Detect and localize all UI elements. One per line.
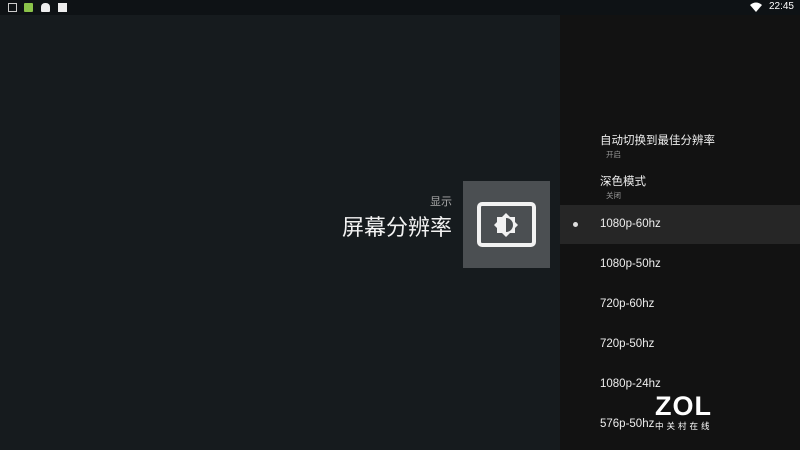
setting-label: 深色模式 — [600, 176, 646, 188]
android-icon — [41, 3, 50, 12]
selected-radio-icon — [573, 222, 578, 227]
wifi-icon — [750, 2, 762, 12]
option-label: 720p-50hz — [600, 338, 655, 350]
resolution-option[interactable]: 720p-50hz — [560, 325, 800, 365]
option-label: 576p-50hz — [600, 418, 655, 430]
font-icon — [58, 3, 67, 12]
option-label: 1080p-60hz — [600, 218, 661, 230]
zol-watermark: ZOL 中关村在线 — [655, 393, 713, 432]
clock: 22:45 — [768, 1, 794, 12]
watermark-subtitle: 中关村在线 — [655, 421, 713, 431]
resolution-option[interactable]: 1080p-50hz — [560, 245, 800, 285]
settings-panel: 自动切换到最佳分辨率 开启 深色模式 关闭 1080p-60hz 1080p-5… — [560, 15, 800, 450]
app-icon — [24, 3, 33, 12]
page-title: 屏幕分辨率 — [341, 215, 452, 240]
resolution-option[interactable]: 720p-60hz — [560, 285, 800, 325]
resolution-option[interactable]: 1080p-60hz — [560, 205, 800, 244]
gallery-icon — [8, 3, 17, 12]
setting-dark-mode[interactable]: 深色模式 关闭 — [560, 165, 800, 201]
watermark-logo: ZOL — [655, 391, 712, 421]
option-label: 1080p-24hz — [600, 378, 661, 390]
brightness-display-icon — [477, 202, 536, 247]
setting-label: 自动切换到最佳分辨率 — [600, 135, 715, 147]
option-label: 1080p-50hz — [600, 258, 661, 270]
status-bar: 22:45 — [0, 0, 800, 15]
display-tile — [463, 181, 550, 268]
setting-value: 开启 — [606, 150, 621, 159]
setting-auto-resolution[interactable]: 自动切换到最佳分辨率 开启 — [560, 125, 800, 161]
setting-value: 关闭 — [606, 191, 621, 200]
option-label: 720p-60hz — [600, 298, 655, 310]
category-label: 显示 — [430, 196, 452, 208]
